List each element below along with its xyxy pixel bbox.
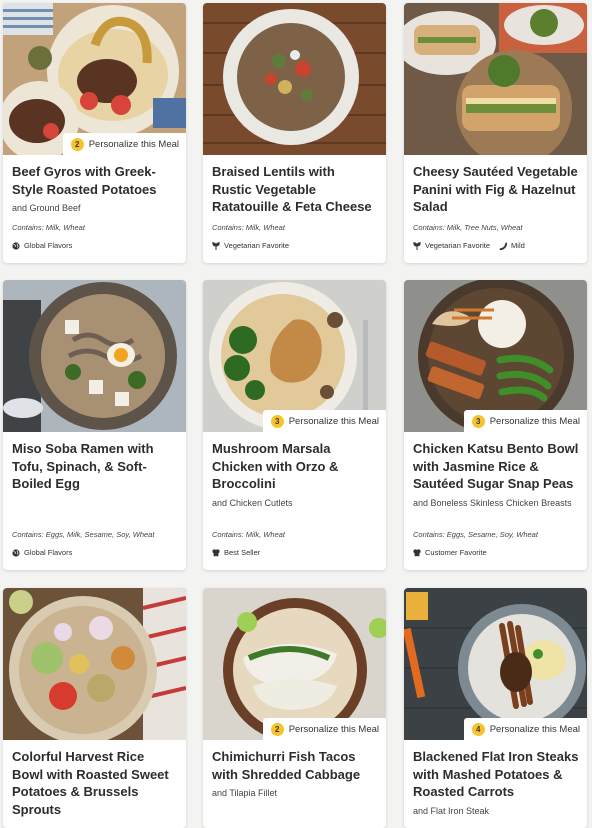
meal-card[interactable]: 3 Personalize this Meal Chicken Katsu Be…	[404, 280, 587, 570]
meal-subtitle: and Chicken Cutlets	[212, 497, 293, 508]
chef-icon	[212, 548, 220, 556]
meal-card[interactable]: Braised Lentils with Rustic Vegetable Ra…	[203, 3, 386, 263]
personalize-label: Personalize this Meal	[489, 723, 580, 735]
meal-card[interactable]: 3 Personalize this Meal Mushroom Marsala…	[203, 280, 386, 570]
meal-photo[interactable]: 2 Personalize this Meal	[203, 588, 386, 740]
meal-card[interactable]: 4 Personalize this Meal Blackened Flat I…	[404, 588, 587, 828]
tag-label: Vegetarian Favorite	[224, 241, 290, 250]
meal-card[interactable]: 2 Personalize this Meal Chimichurri Fish…	[203, 588, 386, 828]
personalize-meal-button[interactable]: 3 Personalize this Meal	[463, 410, 587, 432]
personalize-label: Personalize this Meal	[288, 723, 379, 735]
meal-photo[interactable]	[404, 3, 587, 155]
meal-card[interactable]: Cheesy Sautéed Vegetable Panini with Fig…	[404, 3, 587, 263]
meal-title[interactable]: Mushroom Marsala Chicken with Orzo & Bro…	[212, 440, 378, 493]
meal-tag: Vegetarian Favorite	[212, 241, 289, 250]
chef-icon	[413, 548, 421, 556]
personalize-label: Personalize this Meal	[88, 138, 179, 150]
meal-title[interactable]: Chimichurri Fish Tacos with Shredded Cab…	[212, 748, 378, 783]
meal-tag: Vegetarian Favorite	[413, 241, 490, 250]
personalize-meal-button[interactable]: 3 Personalize this Meal	[262, 410, 386, 432]
meal-card[interactable]: Miso Soba Ramen with Tofu, Spinach, & So…	[3, 280, 186, 570]
globe-icon	[12, 241, 20, 250]
globe-icon	[12, 548, 20, 557]
sprout-icon	[413, 241, 421, 250]
meal-title[interactable]: Braised Lentils with Rustic Vegetable Ra…	[212, 163, 378, 216]
meal-subtitle: and Tilapia Fillet	[212, 788, 278, 798]
allergen-info: Contains: Eggs, Sesame, Soy, Wheat	[413, 530, 538, 539]
personalize-meal-button[interactable]: 4 Personalize this Meal	[463, 718, 587, 740]
meal-subtitle: and Flat Iron Steak	[413, 805, 490, 816]
meal-subtitle: and Boneless Skinless Chicken Breasts	[413, 497, 572, 508]
meal-card[interactable]: 2 Personalize this Meal Beef Gyros with …	[3, 3, 186, 263]
tag-label: Vegetarian Favorite	[425, 241, 491, 250]
meal-photo[interactable]: 4 Personalize this Meal	[404, 588, 587, 740]
option-count-badge: 3	[270, 414, 284, 428]
allergen-info: Contains: Eggs, Milk, Sesame, Soy, Wheat	[12, 530, 155, 539]
allergen-info: Contains: Milk, Wheat	[212, 223, 285, 232]
tag-label: Mild	[511, 241, 525, 250]
chili-icon	[499, 242, 508, 250]
meal-photo[interactable]: 2 Personalize this Meal	[3, 3, 186, 155]
tag-label: Best Seller	[224, 548, 261, 557]
meal-card[interactable]: Colorful Harvest Rice Bowl with Roasted …	[3, 588, 186, 828]
meal-tag: Global Flavors	[12, 548, 72, 557]
personalize-label: Personalize this Meal	[489, 415, 580, 427]
sprout-icon	[212, 241, 220, 250]
meal-tag: Global Flavors	[12, 241, 72, 250]
option-count-badge: 4	[471, 722, 485, 736]
meal-title[interactable]: Colorful Harvest Rice Bowl with Roasted …	[12, 748, 178, 818]
personalize-meal-button[interactable]: 2 Personalize this Meal	[262, 718, 386, 740]
personalize-meal-button[interactable]: 2 Personalize this Meal	[62, 133, 186, 155]
meal-tag: Mild	[499, 241, 525, 250]
allergen-info: Contains: Milk, Wheat	[12, 223, 85, 232]
tag-label: Global Flavors	[24, 241, 73, 250]
meal-photo[interactable]	[3, 280, 186, 432]
meal-title[interactable]: Beef Gyros with Greek-Style Roasted Pota…	[12, 163, 178, 198]
option-count-badge: 2	[70, 137, 84, 151]
meal-tag: Best Seller	[212, 548, 260, 557]
allergen-info: Contains: Milk, Wheat	[212, 530, 285, 539]
tag-label: Global Flavors	[24, 548, 73, 557]
meal-title[interactable]: Blackened Flat Iron Steaks with Mashed P…	[413, 748, 579, 801]
meal-subtitle: and Ground Beef	[12, 203, 81, 213]
meal-tag: Customer Favorite	[413, 548, 487, 557]
meal-photo[interactable]: 3 Personalize this Meal	[203, 280, 386, 432]
personalize-label: Personalize this Meal	[288, 415, 379, 427]
meal-photo[interactable]	[203, 3, 386, 155]
meal-photo[interactable]: 3 Personalize this Meal	[404, 280, 587, 432]
option-count-badge: 3	[471, 414, 485, 428]
meal-title[interactable]: Miso Soba Ramen with Tofu, Spinach, & So…	[12, 440, 178, 493]
allergen-info: Contains: Milk, Tree Nuts, Wheat	[413, 223, 523, 232]
meal-title[interactable]: Chicken Katsu Bento Bowl with Jasmine Ri…	[413, 440, 579, 493]
option-count-badge: 2	[270, 722, 284, 736]
tag-label: Customer Favorite	[425, 548, 487, 557]
meal-title[interactable]: Cheesy Sautéed Vegetable Panini with Fig…	[413, 163, 579, 216]
meal-photo[interactable]	[3, 588, 186, 740]
